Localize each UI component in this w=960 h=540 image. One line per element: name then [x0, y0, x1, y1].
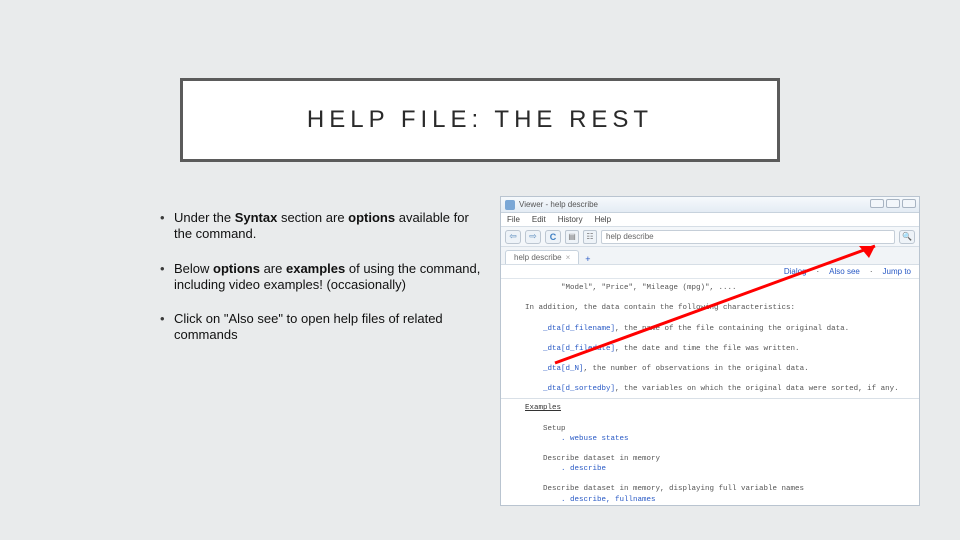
- examples-header: Examples: [525, 403, 907, 413]
- text: are: [260, 261, 286, 276]
- embedded-viewer-window: Viewer - help describe File Edit History…: [500, 196, 920, 506]
- tab-help-describe[interactable]: help describe ×: [505, 250, 579, 264]
- text: Describe dataset in memory, displaying f…: [525, 484, 907, 494]
- menu-help[interactable]: Help: [595, 215, 611, 224]
- menu-bar: File Edit History Help: [501, 213, 919, 227]
- text: Describe dataset in memory: [525, 454, 907, 464]
- forward-button[interactable]: ⇨: [525, 230, 541, 244]
- text: [525, 505, 907, 506]
- text: Below: [174, 261, 213, 276]
- text: Setup: [525, 424, 907, 434]
- text: [525, 414, 907, 424]
- text: "Model", "Price", "Mileage (mpg)", ....: [525, 283, 907, 293]
- search-icon[interactable]: 🔍: [899, 230, 915, 244]
- text: [525, 293, 907, 303]
- text: Click on "Also see" to open help files o…: [174, 311, 443, 342]
- text: [525, 474, 907, 484]
- reload-button[interactable]: C: [545, 230, 561, 244]
- toolbar: ⇦ ⇨ C ▤ ☷ help describe 🔍: [501, 227, 919, 247]
- slide-title-box: HELP FILE: THE REST: [180, 78, 780, 162]
- text: [525, 354, 907, 364]
- window-title: Viewer - help describe: [519, 200, 598, 209]
- link-bar: Dialog · Also see · Jump to: [501, 265, 919, 279]
- print-icon[interactable]: ▤: [565, 230, 579, 244]
- text: . webuse states: [525, 434, 907, 444]
- tab-close-icon[interactable]: ×: [566, 253, 571, 262]
- window-titlebar: Viewer - help describe: [501, 197, 919, 213]
- bullet-item: Click on "Also see" to open help files o…: [160, 311, 490, 344]
- bullet-list: Under the Syntax section are options ava…: [160, 210, 490, 362]
- address-field[interactable]: help describe: [601, 230, 895, 244]
- menu-edit[interactable]: Edit: [532, 215, 546, 224]
- app-icon: [505, 200, 515, 210]
- link-dialog[interactable]: Dialog: [784, 267, 807, 276]
- find-icon[interactable]: ☷: [583, 230, 597, 244]
- text: . describe, fullnames: [525, 495, 907, 505]
- text: [525, 313, 907, 323]
- text: [525, 334, 907, 344]
- bullet-item: Below options are examples of using the …: [160, 261, 490, 294]
- text: Under the: [174, 210, 235, 225]
- text-bold: examples: [286, 261, 345, 276]
- tab-row: help describe × +: [501, 247, 919, 265]
- close-button[interactable]: [902, 199, 916, 208]
- text: In addition, the data contain the follow…: [525, 303, 907, 313]
- text-bold: Syntax: [235, 210, 278, 225]
- tab-label: help describe: [514, 253, 562, 262]
- link-jump-to[interactable]: Jump to: [883, 267, 911, 276]
- text-bold: options: [348, 210, 395, 225]
- link-also-see[interactable]: Also see: [829, 267, 860, 276]
- maximize-button[interactable]: [886, 199, 900, 208]
- minimize-button[interactable]: [870, 199, 884, 208]
- text: _dta[d_N], the number of observations in…: [525, 364, 907, 374]
- text-bold: options: [213, 261, 260, 276]
- text: _dta[d_filename], the name of the file c…: [525, 324, 907, 334]
- text: section are: [277, 210, 348, 225]
- new-tab-button[interactable]: +: [585, 254, 590, 264]
- help-content: "Model", "Price", "Mileage (mpg)", .... …: [501, 279, 919, 506]
- text: _dta[d_sortedby], the variables on which…: [525, 384, 907, 394]
- text: . describe: [525, 464, 907, 474]
- menu-file[interactable]: File: [507, 215, 520, 224]
- text: [525, 374, 907, 384]
- bullet-item: Under the Syntax section are options ava…: [160, 210, 490, 243]
- slide-title: HELP FILE: THE REST: [307, 106, 653, 134]
- text: [525, 444, 907, 454]
- back-button[interactable]: ⇦: [505, 230, 521, 244]
- menu-history[interactable]: History: [558, 215, 583, 224]
- window-controls: [870, 199, 916, 208]
- text: _dta[d_filedate], the date and time the …: [525, 344, 907, 354]
